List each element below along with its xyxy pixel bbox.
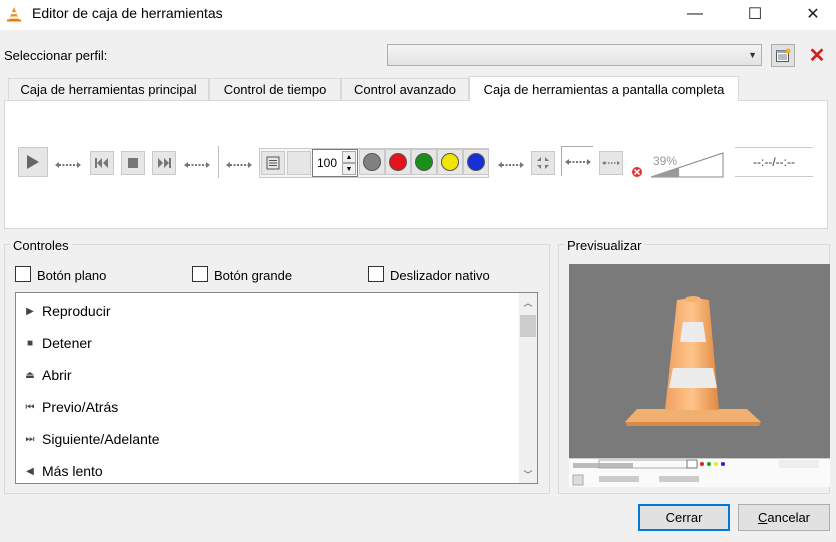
spin-up-icon[interactable]: ▲ [342, 151, 356, 163]
playlist-button[interactable] [261, 151, 285, 175]
controls-title: Controles [10, 238, 72, 253]
save-profile-button[interactable] [771, 44, 795, 67]
fullscreen-button[interactable] [531, 151, 555, 175]
stop-icon [128, 158, 138, 168]
gray-dot-icon [363, 153, 381, 171]
list-item-label: Detener [42, 335, 92, 351]
time-label: --:--/--:-- [735, 147, 813, 177]
spacer-icon[interactable] [498, 158, 524, 168]
previous-button[interactable] [90, 151, 114, 175]
blank-slot-button[interactable] [287, 151, 311, 175]
slower-icon: ◀ [26, 465, 34, 477]
list-item-label: Previo/Atrás [42, 399, 119, 415]
list-item[interactable]: ■ Detener [16, 327, 516, 359]
flat-button-checkbox[interactable] [15, 266, 31, 282]
stop-icon: ■ [26, 337, 34, 349]
chevron-down-icon[interactable]: ﹀ [519, 465, 537, 483]
list-item[interactable]: ◀ Más lento [16, 455, 516, 483]
preview-toolbar-strip [569, 458, 830, 487]
list-item-label: Siguiente/Adelante [42, 431, 160, 447]
cancel-label: ancelar [767, 510, 811, 525]
vlc-cone-icon [6, 6, 22, 22]
spin-down-icon[interactable]: ▼ [342, 163, 356, 175]
stop-button[interactable] [121, 151, 145, 175]
playlist-icon [266, 156, 280, 170]
play-icon [27, 155, 39, 169]
window-title: Editor de caja de herramientas [32, 5, 223, 21]
play-button[interactable] [18, 147, 48, 177]
expanding-spacer[interactable] [561, 146, 593, 176]
previous-icon: ⏮ [25, 401, 35, 413]
next-icon [158, 158, 171, 168]
mute-icon[interactable] [630, 166, 644, 181]
cancel-button[interactable]: Cancelar [738, 504, 830, 531]
spacer-icon[interactable] [184, 158, 210, 168]
next-button[interactable] [152, 151, 176, 175]
minimize-button[interactable]: — [672, 0, 718, 28]
list-item[interactable]: ▶ Reproducir [16, 295, 516, 327]
zoom-value: 100 [317, 156, 338, 170]
close-window-button[interactable]: ✕ [790, 0, 836, 28]
preview-image [569, 264, 830, 487]
flat-button-label: Botón plano [37, 268, 107, 283]
controls-list[interactable]: ▶ Reproducir ■ Detener ⏏ Abrir ⏮ Previo/… [15, 292, 538, 484]
maximize-button[interactable]: ☐ [732, 0, 778, 28]
list-item-label: Abrir [42, 367, 72, 383]
list-item-label: Reproducir [42, 303, 111, 319]
red-dot-icon [389, 153, 407, 171]
list-item[interactable]: ⏭ Siguiente/Adelante [16, 423, 516, 455]
separator [218, 146, 219, 178]
small-spacer-button[interactable] [599, 151, 623, 175]
next-icon: ⏭ [25, 433, 35, 445]
list-item-label: Más lento [42, 463, 103, 479]
small-spacer-icon [602, 161, 620, 165]
delete-profile-button[interactable]: ✕ [805, 44, 829, 67]
native-slider-label: Deslizador nativo [390, 268, 490, 283]
big-button-label: Botón grande [214, 268, 293, 283]
list-item[interactable]: ⏏ Abrir [16, 359, 516, 391]
scroll-thumb[interactable] [520, 315, 536, 337]
volume-slider[interactable] [650, 152, 724, 181]
expand-arrows-icon [564, 158, 591, 165]
tab-fullscreen-toolbar[interactable]: Caja de herramientas a pantalla completa [469, 76, 739, 101]
yellow-dot-icon [441, 153, 459, 171]
spacer-icon[interactable] [55, 158, 81, 168]
profile-dropdown[interactable]: ▼ [387, 44, 762, 66]
list-item[interactable]: ⏮ Previo/Atrás [16, 391, 516, 423]
green-dot-icon [415, 153, 433, 171]
play-icon: ▶ [26, 305, 34, 317]
preview-title: Previsualizar [564, 238, 645, 253]
previous-icon [95, 158, 108, 168]
tab-time-control[interactable]: Control de tiempo [209, 78, 341, 100]
delete-icon: ✕ [808, 45, 826, 67]
native-slider-checkbox[interactable] [368, 266, 384, 282]
tab-advanced-control[interactable]: Control avanzado [341, 78, 469, 100]
fullscreen-icon [537, 157, 549, 169]
list-scrollbar[interactable]: ︿ ﹀ [519, 293, 537, 483]
profile-label: Seleccionar perfil: [4, 48, 108, 63]
spacer-icon[interactable] [226, 158, 252, 168]
tab-main-toolbar[interactable]: Caja de herramientas principal [8, 78, 209, 100]
cancel-mnemonic: C [757, 510, 768, 525]
zoom-spinbox[interactable]: 100 ▲ ▼ [312, 149, 358, 177]
chevron-up-icon[interactable]: ︿ [519, 293, 537, 311]
blue-dot-icon [467, 153, 485, 171]
chevron-down-icon: ▼ [748, 50, 757, 60]
close-button[interactable]: Cerrar [638, 504, 730, 531]
vlc-cone-icon [625, 296, 761, 426]
eject-icon: ⏏ [25, 369, 35, 381]
new-profile-icon [776, 48, 791, 62]
big-button-checkbox[interactable] [192, 266, 208, 282]
